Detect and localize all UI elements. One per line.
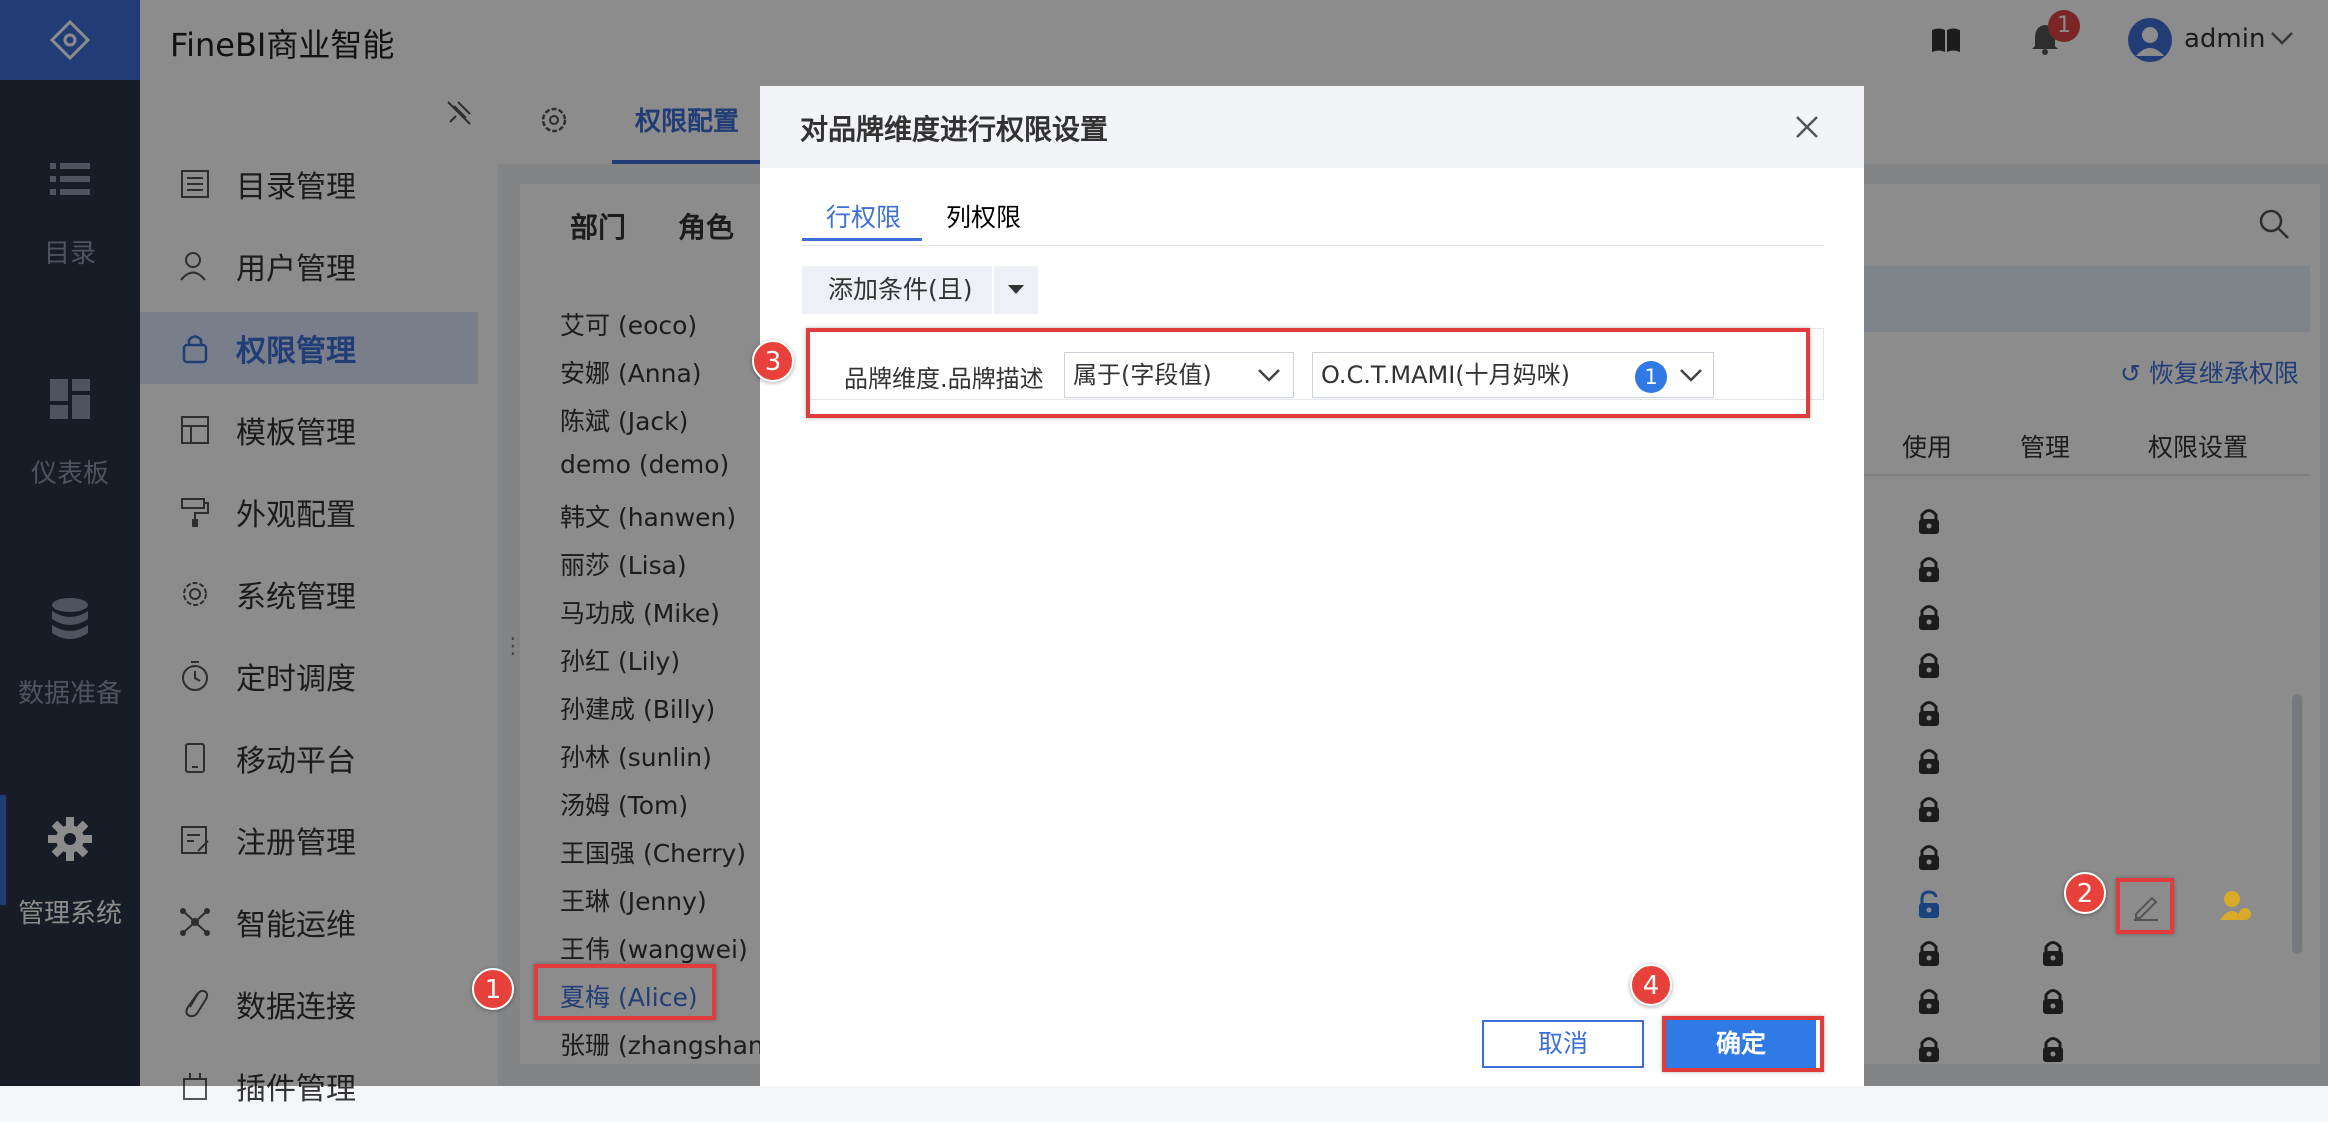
annotation-box-3 [806,328,1810,418]
annotation-box-1 [534,964,716,1020]
caret-down-icon [1008,285,1024,294]
active-tab-indicator [802,238,922,241]
annotation-number-1: 1 [472,968,514,1010]
annotation-number-2: 2 [2064,872,2106,914]
tab-row-permission[interactable]: 行权限 [826,198,901,234]
cancel-button[interactable]: 取消 [1482,1020,1644,1068]
annotation-number-3: 3 [752,340,794,382]
divider [802,245,1824,246]
dialog-title: 对品牌维度进行权限设置 [800,113,1109,146]
permission-dialog: 对品牌维度进行权限设置 行权限 列权限 添加条件(且) 品牌维度.品牌描述 属于… [760,86,1864,1086]
edit-icon[interactable] [2130,890,2162,922]
annotation-number-4: 4 [1630,964,1672,1006]
user-permission-icon[interactable] [2218,888,2254,924]
tab-column-permission[interactable]: 列权限 [946,198,1021,234]
add-condition-dropdown[interactable] [994,266,1038,314]
annotation-box-4 [1662,1016,1824,1072]
add-condition-button[interactable]: 添加条件(且) [802,266,992,314]
close-icon[interactable] [1792,112,1822,142]
